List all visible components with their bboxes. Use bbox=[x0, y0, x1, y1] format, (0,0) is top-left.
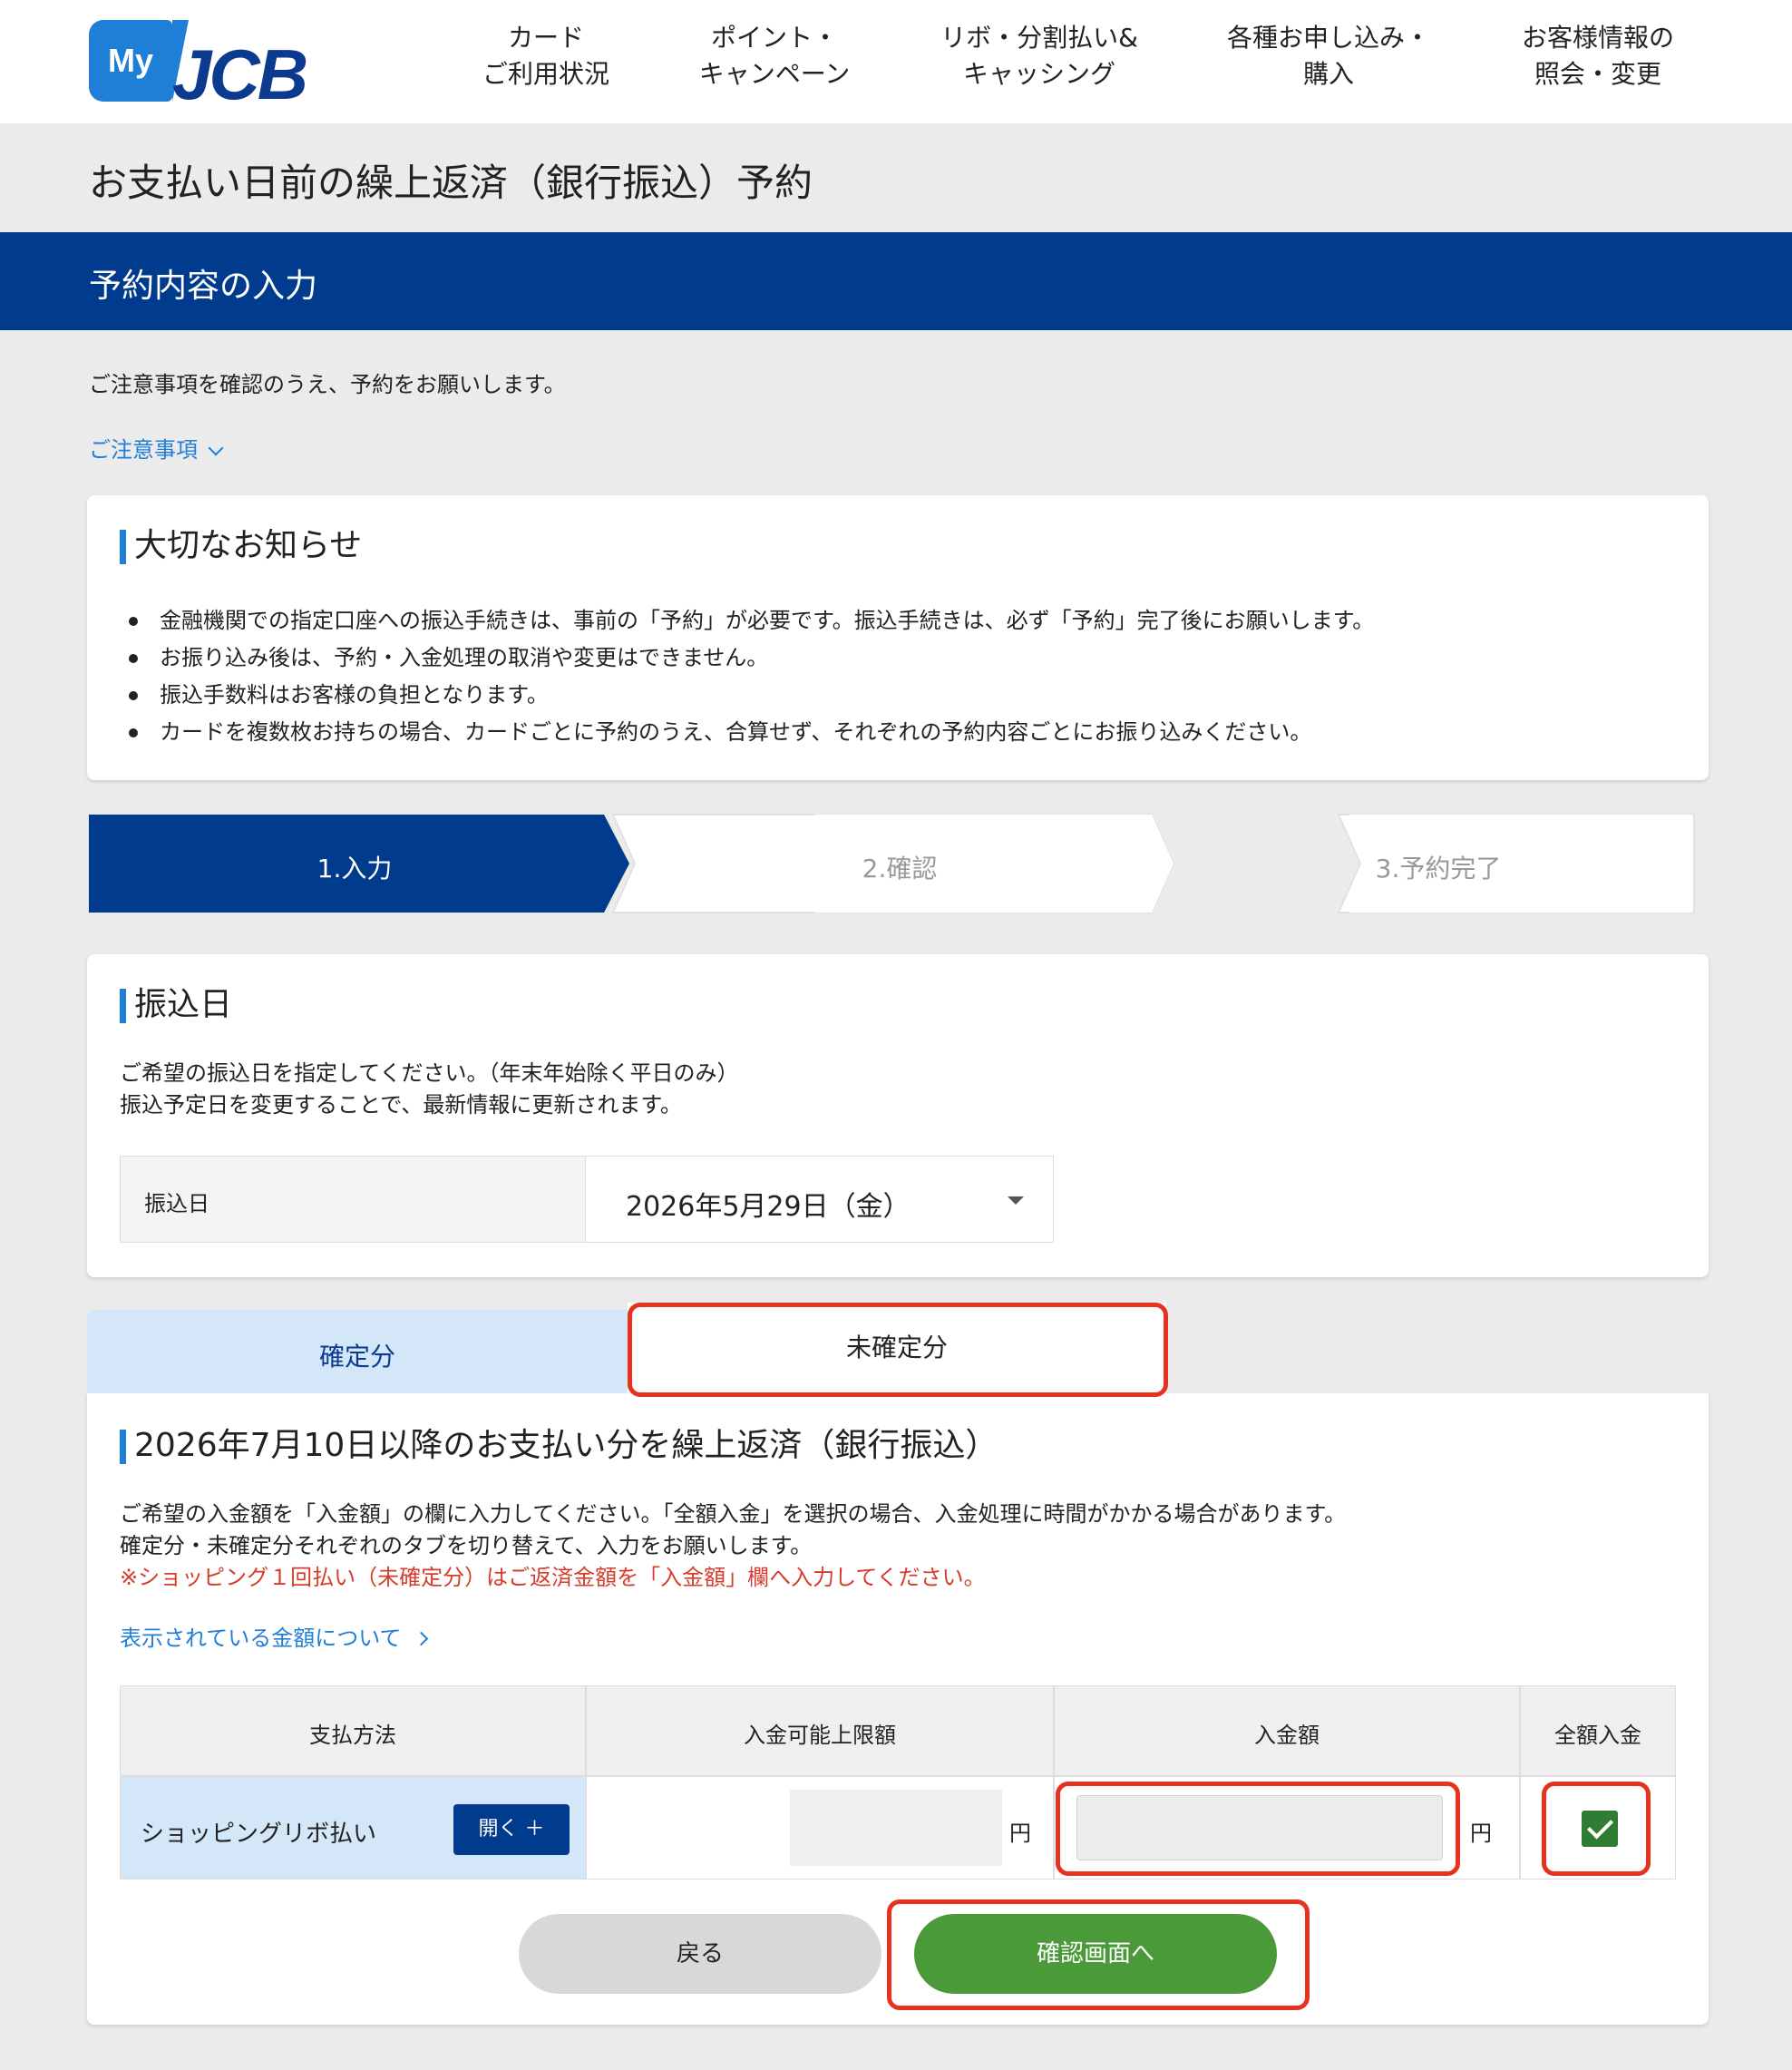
nav-customer-info[interactable]: お客様情報の 照会・変更 bbox=[1509, 20, 1687, 93]
logo-my-mark: My bbox=[89, 20, 189, 102]
nav-applications[interactable]: 各種お申し込み・ 購入 bbox=[1219, 20, 1438, 93]
highlight-next-button bbox=[887, 1899, 1310, 2010]
notice-list: 金融機関での指定口座への振込手続きは、事前の「予約」が必要です。振込手続きは、必… bbox=[120, 602, 1374, 751]
transfer-date-value: 2026年5月29日（金） bbox=[626, 1191, 911, 1223]
page-title: お支払い日前の繰上返済（銀行振込）予約 bbox=[89, 161, 813, 205]
header-full-payment-label: 全額入金 bbox=[1554, 1723, 1641, 1748]
amount-info-link[interactable]: 表示されている金額について bbox=[120, 1620, 428, 1652]
section-bar: 予約内容の入力 bbox=[0, 232, 1792, 330]
notice-title: 大切なお知らせ bbox=[120, 526, 362, 566]
step-3-complete: 3.予約完了 bbox=[1170, 815, 1707, 914]
chevron-down-icon bbox=[208, 440, 224, 456]
caution-link-label: ご注意事項 bbox=[89, 437, 198, 463]
transfer-date-title: 振込日 bbox=[120, 985, 232, 1025]
step-1-input: 1.入力 bbox=[87, 815, 622, 914]
notice-item: 金融機関での指定口座への振込手続きは、事前の「予約」が必要です。振込手続きは、必… bbox=[120, 602, 1374, 640]
intro-text: ご注意事項を確認のうえ、予約をお願いします。 bbox=[89, 372, 566, 397]
amount-info-link-label: 表示されている金額について bbox=[120, 1626, 402, 1651]
transfer-date-select[interactable]: 2026年5月29日（金） bbox=[586, 1156, 1054, 1243]
myjcb-logo[interactable]: My JCB bbox=[89, 20, 354, 111]
header-payment-method: 支払方法 bbox=[120, 1685, 586, 1776]
highlight-tab-unconfirmed bbox=[628, 1303, 1168, 1397]
transfer-date-desc-1: ご希望の振込日を指定してください。（年末年始除く平日のみ） bbox=[120, 1060, 739, 1086]
section-title: 予約内容の入力 bbox=[89, 268, 318, 305]
tab-confirmed[interactable]: 確定分 bbox=[87, 1310, 628, 1393]
open-details-button[interactable]: 開く ＋ bbox=[453, 1804, 570, 1855]
limit-amount-field bbox=[790, 1790, 1002, 1866]
header-full-payment: 全額入金 bbox=[1520, 1685, 1676, 1776]
header-amount-label: 入金額 bbox=[1254, 1723, 1320, 1748]
step-3-label: 3.予約完了 bbox=[1375, 854, 1502, 884]
cell-payment-method: ショッピングリボ払い 開く ＋ bbox=[120, 1776, 586, 1880]
header-limit: 入金可能上限額 bbox=[586, 1685, 1054, 1776]
nav-card-usage[interactable]: カード ご利用状況 bbox=[473, 20, 618, 93]
back-button[interactable]: 戻る bbox=[519, 1914, 881, 1994]
caret-down-icon bbox=[1008, 1196, 1024, 1205]
repayment-note: ※ショッピング１回払い（未確定分）はご返済金額を「入金額」欄へ入力してください。 bbox=[120, 1565, 986, 1590]
payment-method-label: ショッピングリボ払い bbox=[141, 1821, 377, 1848]
cell-limit: 円 bbox=[586, 1776, 1054, 1880]
transfer-date-label: 振込日 bbox=[144, 1191, 209, 1216]
site-header: My JCB カード ご利用状況 ポイント・ キャンペーン リボ・分割払い& キ… bbox=[0, 0, 1792, 123]
transfer-date-desc-2: 振込予定日を変更することで、最新情報に更新されます。 bbox=[120, 1092, 682, 1118]
step-2-label: 2.確認 bbox=[862, 854, 938, 884]
repayment-desc-1: ご希望の入金額を「入金額」の欄に入力してください。「全額入金」を選択の場合、入金… bbox=[120, 1501, 1347, 1527]
highlight-checkbox bbox=[1542, 1782, 1651, 1876]
header-limit-label: 入金可能上限額 bbox=[744, 1723, 896, 1748]
chevron-right-icon bbox=[414, 1631, 428, 1646]
notice-item: お振り込み後は、予約・入金処理の取消や変更はできません。 bbox=[120, 640, 1374, 677]
logo-jcb-text: JCB bbox=[172, 34, 308, 114]
nav-points-campaign[interactable]: ポイント・ キャンペーン bbox=[686, 20, 863, 93]
header-amount: 入金額 bbox=[1054, 1685, 1520, 1776]
step-2-confirm: 2.確認 bbox=[631, 815, 1168, 914]
nav-revolving-installments[interactable]: リボ・分割払い& キャッシング bbox=[930, 20, 1148, 93]
yen-unit-amount: 円 bbox=[1470, 1821, 1492, 1846]
header-payment-method-label: 支払方法 bbox=[309, 1723, 396, 1748]
repayment-desc-2: 確定分・未確定分それぞれのタブを切り替えて、入力をお願いします。 bbox=[120, 1533, 813, 1558]
transfer-date-label-cell: 振込日 bbox=[120, 1156, 586, 1243]
repayment-title: 2026年7月10日以降のお支払い分を繰上返済（銀行振込） bbox=[120, 1426, 998, 1466]
caution-toggle-link[interactable]: ご注意事項 bbox=[89, 432, 224, 464]
notice-item: 振込手数料はお客様の負担となります。 bbox=[120, 677, 1374, 714]
highlight-amount-input bbox=[1056, 1782, 1460, 1876]
yen-unit-limit: 円 bbox=[1009, 1821, 1031, 1846]
step-1-label: 1.入力 bbox=[317, 854, 393, 884]
notice-item: カードを複数枚お持ちの場合、カードごとに予約のうえ、合算せず、それぞれの予約内容… bbox=[120, 714, 1374, 751]
tab-confirmed-label: 確定分 bbox=[318, 1342, 395, 1372]
